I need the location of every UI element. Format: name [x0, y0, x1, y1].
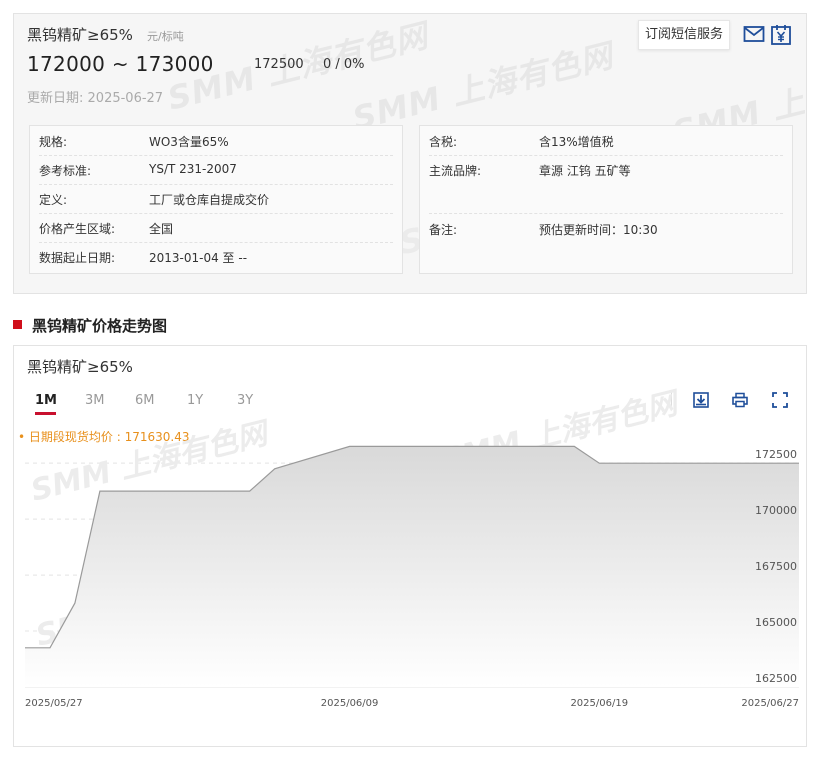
- data-point[interactable]: [622, 461, 626, 465]
- data-point[interactable]: [772, 461, 776, 465]
- price-range: 172000 ~ 173000: [27, 52, 214, 76]
- data-point[interactable]: [98, 489, 102, 493]
- data-point[interactable]: [747, 461, 751, 465]
- y-tick-label: 165000: [755, 616, 797, 629]
- spec-row: 含税: 含13%增值税: [429, 126, 783, 156]
- y-tick-label: 170000: [755, 504, 797, 517]
- data-point[interactable]: [373, 444, 377, 448]
- price-card: SMM 上海有色网 SMM 上海有色网 SMM 上海有色网 SMM 黑钨精矿≥6…: [13, 13, 807, 294]
- y-tick-label: 172500: [755, 448, 797, 461]
- x-tick-label: 2025/05/27: [25, 698, 83, 709]
- data-point[interactable]: [223, 489, 227, 493]
- price-unit: 元/标吨: [147, 30, 184, 43]
- price-separator: ~: [111, 52, 129, 76]
- y-tick-label: 167500: [755, 560, 797, 573]
- spec-table-left: 规格: WO3含量65% 参考标准: YS/T 231-2007 定义: 工厂或仓库自…: [29, 125, 403, 274]
- data-point[interactable]: [198, 489, 202, 493]
- section-title: 黑钨精矿价格走势图: [32, 317, 168, 335]
- update-date-row: 更新日期: 2025-06-27: [27, 87, 163, 106]
- price-low: 172000: [27, 52, 106, 76]
- section-marker: [13, 320, 22, 329]
- data-point[interactable]: [697, 461, 701, 465]
- price-change: 0 / 0%: [323, 57, 365, 72]
- data-point[interactable]: [48, 646, 52, 650]
- spec-row: 规格: WO3含量65%: [39, 126, 393, 156]
- x-tick-label: 2025/06/27: [741, 698, 799, 709]
- data-point[interactable]: [722, 461, 726, 465]
- y-tick-label: 162500: [755, 672, 797, 685]
- product-name: 黑钨精矿≥65%: [27, 26, 133, 44]
- update-date: 2025-06-27: [87, 91, 164, 106]
- data-point[interactable]: [597, 461, 601, 465]
- spec-row: 备注: 预估更新时间：10:30: [429, 223, 658, 237]
- watermark: SMM 上海有色网: [348, 36, 618, 138]
- data-point[interactable]: [248, 489, 252, 493]
- spec-row: 参考标准: YS/T 231-2007: [39, 155, 393, 185]
- subscribe-sms-button[interactable]: 订阅短信服务: [638, 20, 731, 50]
- update-date-label: 更新日期:: [27, 91, 84, 106]
- data-point[interactable]: [23, 646, 27, 650]
- spec-table-right: 含税: 含13%增值税 主流品牌: 章源 江钨 五矿等 备注: 预估更新时间：10:3…: [419, 125, 793, 274]
- data-point[interactable]: [448, 444, 452, 448]
- data-point[interactable]: [398, 444, 402, 448]
- spec-row: 数据起止日期: 2013-01-04 至 --: [39, 251, 248, 265]
- chart-card: 黑钨精矿≥65% 1M 3M 6M 1Y 3Y • 日期段现货均价 : 1716…: [13, 345, 807, 747]
- data-point[interactable]: [547, 444, 551, 448]
- x-tick-label: 2025/06/09: [321, 698, 379, 709]
- yuan-calendar-icon[interactable]: [770, 24, 792, 45]
- data-point[interactable]: [572, 444, 576, 448]
- data-point[interactable]: [273, 467, 277, 471]
- data-point[interactable]: [73, 601, 77, 605]
- spec-row: 价格产生区域: 全国: [39, 213, 393, 243]
- spec-row: 主流品牌: 章源 江钨 五矿等: [429, 155, 783, 214]
- spec-row: 定义: 工厂或仓库自提成交价: [39, 184, 393, 214]
- average-price: 172500: [254, 57, 304, 72]
- x-tick-label: 2025/06/19: [570, 698, 628, 709]
- data-point[interactable]: [348, 444, 352, 448]
- data-point[interactable]: [522, 444, 526, 448]
- mail-icon[interactable]: [743, 24, 765, 44]
- price-trend-chart: SMM 上海有色网 SMM 上海有色网 SMM SMM 162500165000…: [23, 385, 801, 709]
- data-point[interactable]: [423, 444, 427, 448]
- data-point[interactable]: [797, 461, 801, 465]
- price-high: 173000: [135, 52, 214, 76]
